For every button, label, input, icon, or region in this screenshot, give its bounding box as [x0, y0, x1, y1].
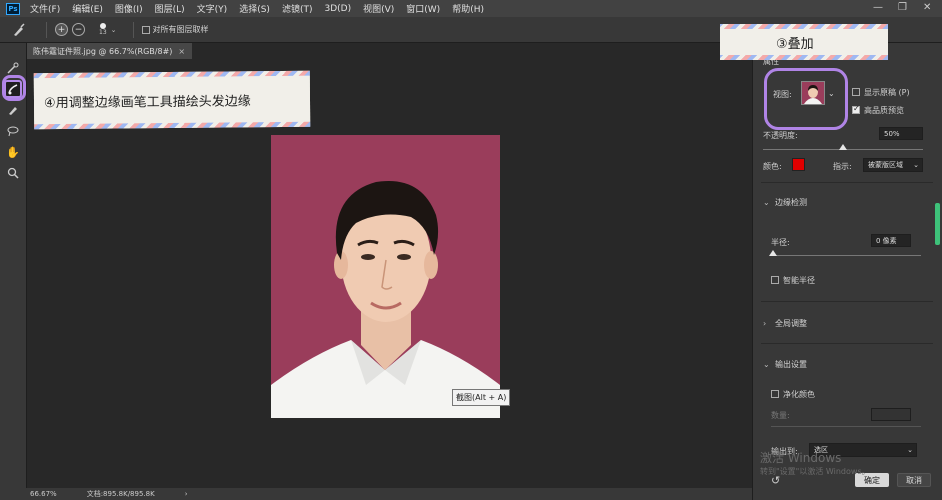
- menu-window[interactable]: 窗口(W): [406, 2, 440, 15]
- global-refine-section[interactable]: › 全局调整: [763, 318, 807, 329]
- maximize-icon[interactable]: ❐: [898, 2, 907, 13]
- chevron-down-icon[interactable]: ⌄: [111, 26, 117, 34]
- decontaminate-colors-checkbox[interactable]: [771, 390, 779, 398]
- opacity-label: 不透明度:: [763, 131, 798, 140]
- photoshop-logo-icon: Ps: [6, 2, 20, 15]
- chevron-down-icon: ⌄: [907, 446, 913, 454]
- minimize-icon[interactable]: —: [873, 2, 883, 13]
- zoom-level[interactable]: 66.67%: [30, 490, 57, 498]
- indicate-value: 被蒙版区域: [868, 161, 903, 169]
- chevron-right-icon[interactable]: ›: [185, 490, 188, 498]
- brush-tool-icon: [14, 22, 25, 36]
- sample-all-layers-checkbox[interactable]: [141, 25, 150, 34]
- lasso-icon[interactable]: [4, 122, 22, 140]
- document-size: 文档:895.8K/895.8K: [86, 490, 155, 498]
- divider: [761, 182, 933, 183]
- overlay-color-swatch[interactable]: [792, 158, 805, 171]
- brush-icon[interactable]: [4, 101, 22, 119]
- annotation-note-right-text: ③叠加: [776, 36, 814, 52]
- chevron-right-icon: ›: [763, 319, 767, 328]
- radius-slider-track[interactable]: [771, 255, 921, 256]
- high-quality-checkbox[interactable]: [852, 104, 860, 114]
- menu-file[interactable]: 文件(F): [30, 2, 60, 15]
- chevron-down-icon: ⌄: [913, 161, 919, 169]
- hand-icon[interactable]: ✋: [4, 143, 22, 161]
- brush-size-value: 13: [99, 29, 107, 36]
- close-tab-icon[interactable]: ×: [178, 47, 185, 56]
- smart-radius-label: 智能半径: [783, 276, 815, 285]
- activate-windows-subtitle: 转到"设置"以激活 Windows。: [760, 467, 870, 476]
- amount-label: 数量:: [771, 411, 790, 420]
- edge-detection-title: 边缘检测: [775, 198, 807, 207]
- screenshot-tooltip: 截图(Alt + A): [452, 389, 511, 406]
- global-refine-title: 全局调整: [775, 319, 807, 328]
- indicate-label: 指示:: [833, 162, 852, 171]
- output-settings-section[interactable]: ⌄ 输出设置: [763, 359, 807, 370]
- annotation-note-left-body: ④用调整边缘画笔工具描绘头发边缘: [33, 75, 311, 125]
- menu-bar: Ps 文件(F) 编辑(E) 图像(I) 图层(L) 文字(Y) 选择(S) 滤…: [0, 0, 942, 17]
- divider: [761, 343, 933, 344]
- brush-size-picker[interactable]: 13: [99, 23, 107, 36]
- menu-3d[interactable]: 3D(D): [324, 4, 351, 14]
- show-original-checkbox[interactable]: [852, 88, 860, 96]
- menu-edit[interactable]: 编辑(E): [72, 2, 103, 15]
- amount-slider-track: [771, 426, 921, 427]
- high-quality-label: 高品质预览: [864, 106, 904, 115]
- cancel-button[interactable]: 取消: [897, 473, 931, 487]
- sample-all-layers-label: 对所有图层取样: [152, 25, 209, 34]
- decontaminate-colors-label: 净化颜色: [783, 390, 815, 399]
- divider: [46, 21, 47, 38]
- toolbar-grip: [0, 43, 26, 57]
- view-highlight-ring: [764, 68, 848, 130]
- annotation-note-left: ④用调整边缘画笔工具描绘头发边缘: [33, 70, 311, 130]
- menu-image[interactable]: 图像(I): [115, 2, 143, 15]
- document-tab[interactable]: 陈伟霆证件照.jpg @ 66.7%(RGB/8#) ×: [27, 43, 192, 59]
- portrait-photo[interactable]: [271, 135, 500, 418]
- divider: [132, 21, 134, 38]
- zoom-icon[interactable]: [4, 164, 22, 182]
- menu-layer[interactable]: 图层(L): [155, 2, 185, 15]
- smart-radius-checkbox[interactable]: [771, 276, 779, 284]
- radius-input[interactable]: 0 像素: [871, 234, 911, 247]
- tape-stripe: [720, 55, 888, 60]
- panel-scrollbar[interactable]: [935, 203, 940, 245]
- amount-input: [871, 408, 911, 421]
- edge-detection-section[interactable]: ⌄ 边缘检测: [763, 197, 807, 208]
- tool-highlight-ring: [2, 75, 26, 101]
- subtract-from-selection-icon[interactable]: −: [72, 23, 85, 36]
- radius-slider-thumb[interactable]: [769, 250, 777, 256]
- annotation-note-right-body: ③叠加: [720, 29, 888, 55]
- opacity-input[interactable]: 50%: [879, 127, 923, 140]
- tools-panel: ✋: [0, 43, 27, 488]
- menu-filter[interactable]: 滤镜(T): [282, 2, 313, 15]
- annotation-note-left-text: ④用调整边缘画笔工具描绘头发边缘: [43, 93, 251, 111]
- indicate-select[interactable]: 被蒙版区域 ⌄: [863, 158, 923, 172]
- menu-type[interactable]: 文字(Y): [197, 2, 228, 15]
- close-icon[interactable]: ✕: [923, 2, 931, 13]
- show-original-label: 显示原稿 (P): [864, 88, 910, 97]
- annotation-note-right: ③叠加: [720, 24, 888, 60]
- chevron-down-icon: ⌄: [763, 198, 770, 207]
- tool-preset-picker[interactable]: [12, 22, 38, 37]
- menu-select[interactable]: 选择(S): [239, 2, 270, 15]
- color-label: 颜色:: [763, 162, 782, 171]
- chevron-down-icon: ⌄: [763, 360, 770, 369]
- status-bar: 66.67% 文档:895.8K/895.8K ›: [0, 488, 752, 500]
- output-settings-title: 输出设置: [775, 360, 807, 369]
- divider: [761, 301, 933, 302]
- document-title: 陈伟霆证件照.jpg @ 66.7%(RGB/8#): [33, 46, 173, 56]
- menu-help[interactable]: 帮助(H): [452, 2, 484, 15]
- activate-windows-title: 激活 Windows: [760, 451, 842, 465]
- portrait-illustration: [271, 135, 500, 418]
- opacity-slider-thumb[interactable]: [839, 144, 847, 150]
- add-to-selection-icon[interactable]: +: [55, 23, 68, 36]
- radius-label: 半径:: [771, 238, 790, 247]
- menu-view[interactable]: 视图(V): [363, 2, 394, 15]
